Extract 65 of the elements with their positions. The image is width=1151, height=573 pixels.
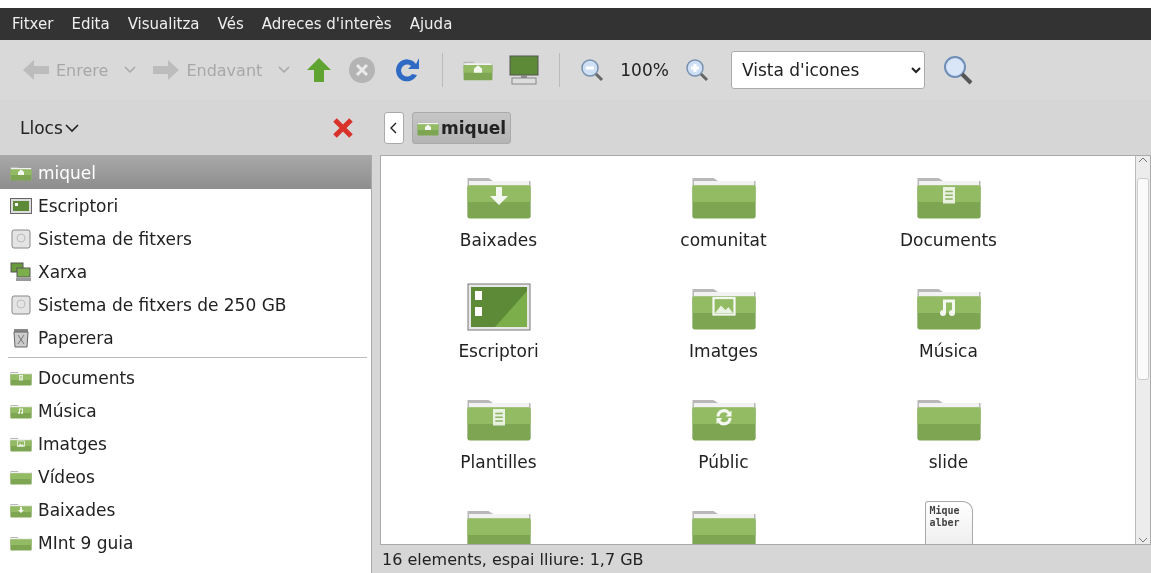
view-mode-dropdown[interactable]: Vista d'icones bbox=[730, 51, 925, 89]
menu-item[interactable]: Fitxer bbox=[12, 15, 54, 33]
desktop-icon bbox=[10, 197, 32, 214]
search-icon bbox=[942, 55, 973, 85]
sidebar-item[interactable]: Paperera bbox=[0, 321, 371, 354]
zoom-in-icon bbox=[684, 58, 709, 82]
trash-icon bbox=[10, 327, 32, 348]
file-name: Públic bbox=[698, 452, 749, 472]
status-text: 16 elements, espai lliure: 1,7 GB bbox=[381, 548, 645, 571]
home-folder-icon bbox=[417, 119, 439, 136]
zoom-level: 100% bbox=[620, 60, 669, 80]
sidebar-item[interactable]: Vídeos bbox=[0, 460, 371, 493]
stop-icon bbox=[348, 56, 377, 84]
up-arrow-icon bbox=[306, 57, 333, 83]
home-folder-icon bbox=[10, 164, 32, 181]
document-folder-icon bbox=[10, 369, 32, 386]
close-sidebar-button[interactable] bbox=[332, 116, 354, 139]
sidebar-item[interactable]: Imatges bbox=[0, 427, 371, 460]
file-name: comunitat bbox=[680, 230, 767, 250]
scroll-up-icon bbox=[1138, 156, 1148, 164]
sidebar-item[interactable]: Música bbox=[0, 394, 371, 427]
scroll-down-icon bbox=[1138, 536, 1148, 544]
left-arrow-icon bbox=[22, 58, 50, 82]
menu-item[interactable]: Vés bbox=[217, 15, 244, 33]
drive-icon bbox=[10, 228, 32, 249]
computer-icon bbox=[509, 55, 540, 85]
places-menu-button[interactable]: Llocs bbox=[20, 117, 79, 138]
chevron-down-icon bbox=[64, 122, 79, 133]
sidebar-item[interactable]: Sistema de fitxers de 250 GB bbox=[0, 288, 371, 321]
chevron-left-icon bbox=[389, 120, 399, 135]
file-name: Baixades bbox=[459, 230, 538, 250]
file-name: Plantilles bbox=[460, 452, 537, 472]
zoom-out-icon bbox=[580, 58, 605, 82]
menu-item[interactable]: Edita bbox=[71, 15, 110, 33]
sidebar-item[interactable]: Sistema de fitxers bbox=[0, 222, 371, 255]
close-icon bbox=[332, 116, 354, 139]
sidebar-item[interactable]: Baixades bbox=[0, 493, 371, 526]
sidebar-item[interactable]: Xarxa bbox=[0, 255, 371, 288]
caret-icon bbox=[124, 66, 137, 74]
menu-item[interactable]: Adreces d'interès bbox=[261, 15, 392, 33]
file-name: slide bbox=[928, 452, 969, 472]
menu-item[interactable]: Visualitza bbox=[127, 15, 200, 33]
file-name: Música bbox=[919, 341, 978, 361]
sidebar-item[interactable]: Escriptori bbox=[0, 189, 371, 222]
desktop-icon bbox=[466, 283, 531, 331]
sidebar-item[interactable]: MInt 9 guia bbox=[0, 526, 371, 559]
right-arrow-icon bbox=[152, 58, 181, 82]
folder-icon bbox=[10, 468, 32, 485]
download-folder-icon bbox=[10, 501, 32, 518]
picture-folder-icon bbox=[10, 435, 32, 452]
home-folder-icon bbox=[463, 59, 494, 81]
menu-item[interactable]: Ajuda bbox=[409, 15, 453, 33]
caret-icon bbox=[278, 66, 291, 74]
sidebar-item[interactable]: Documents bbox=[0, 361, 371, 394]
music-folder-icon bbox=[10, 402, 32, 419]
file-name: Imatges bbox=[689, 341, 758, 361]
file-name: Documents bbox=[900, 230, 997, 250]
drive-icon bbox=[10, 294, 32, 315]
file-name: Escriptori bbox=[458, 341, 539, 361]
text-file-thumbnail: Mique alber bbox=[924, 501, 973, 544]
path-scroll-left-button[interactable] bbox=[384, 111, 404, 144]
network-icon bbox=[10, 261, 32, 282]
path-button[interactable]: miquel bbox=[412, 111, 512, 144]
folder-icon bbox=[10, 534, 32, 551]
scrollbar[interactable] bbox=[1135, 156, 1150, 544]
